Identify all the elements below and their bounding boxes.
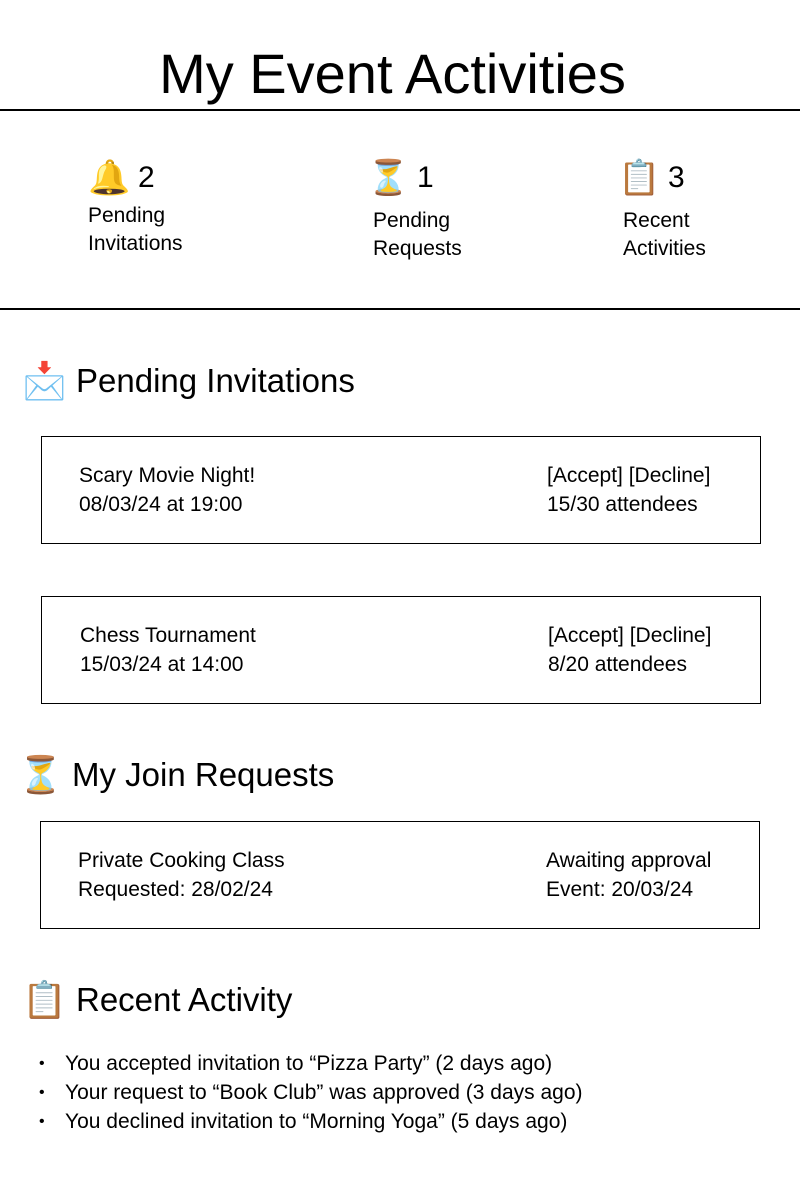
hourglass-icon: ⏳ [18,754,63,795]
section-recent-activity-heading: 📋 Recent Activity [22,978,292,1022]
event-date: Event: 20/03/24 [546,878,694,901]
activity-text: You accepted invitation to “Pizza Party”… [65,1052,553,1075]
recent-activity-list: • You accepted invitation to “Pizza Part… [39,1049,583,1136]
page-title: My Event Activities [159,42,626,105]
accept-button[interactable]: [Accept] [548,624,624,647]
stat-label: Recent Activities [623,209,706,260]
stat-pending-requests: ⏳ 1 Pending Requests [367,156,513,263]
section-pending-invitations-heading: 📩 Pending Invitations [22,359,355,403]
decline-button[interactable]: [Decline] [630,624,712,647]
stat-label: Pending Requests [373,209,462,260]
attendee-count: 8/20 attendees [548,653,687,676]
activity-text: You declined invitation to “Morning Yoga… [65,1110,568,1133]
event-datetime: 08/03/24 at 19:00 [79,493,243,516]
event-datetime: 15/03/24 at 14:00 [80,653,244,676]
bullet: • [39,1084,45,1101]
section-title: Pending Invitations [76,362,355,399]
list-item: • Your request to “Book Club” was approv… [39,1078,583,1107]
header-divider [0,109,800,111]
invitation-actions: [Accept] [Decline] 8/20 attendees [548,621,711,679]
event-name: Chess Tournament [80,624,256,647]
stats-divider [0,308,800,310]
attendee-count: 15/30 attendees [547,493,698,516]
stat-count: 3 [668,161,685,194]
request-details: Private Cooking Class Requested: 28/02/2… [78,846,285,904]
hourglass-icon: ⏳ [367,159,410,197]
request-status: Awaiting approval Event: 20/03/24 [546,846,711,904]
accept-button[interactable]: [Accept] [547,464,623,487]
invitation-details: Scary Movie Night! 08/03/24 at 19:00 [79,461,255,519]
bullet: • [39,1113,45,1130]
section-title: Recent Activity [76,981,293,1018]
list-item: • You accepted invitation to “Pizza Part… [39,1049,583,1078]
requested-date: Requested: 28/02/24 [78,878,273,901]
bell-icon: 🔔 [88,159,131,197]
status-text: Awaiting approval [546,849,712,872]
stat-count: 1 [417,161,434,194]
stat-recent-activities: 📋 3 Recent Activities [618,156,763,263]
stat-pending-invitations: 🔔 2 Pending Invitations [88,156,228,258]
list-item: • You declined invitation to “Morning Yo… [39,1107,583,1136]
event-name: Private Cooking Class [78,849,285,872]
stat-count: 2 [138,161,155,194]
section-join-requests-heading: ⏳ My Join Requests [18,753,334,797]
clipboard-icon: 📋 [618,159,661,197]
decline-button[interactable]: [Decline] [629,464,711,487]
stat-label: Pending Invitations [88,204,183,255]
section-title: My Join Requests [72,756,335,793]
invitation-card: Scary Movie Night! 08/03/24 at 19:00 [Ac… [41,436,761,544]
invitation-details: Chess Tournament 15/03/24 at 14:00 [80,621,256,679]
bullet: • [39,1055,45,1072]
incoming-envelope-icon: 📩 [22,360,67,401]
event-name: Scary Movie Night! [79,464,256,487]
activity-text: Your request to “Book Club” was approved… [65,1081,583,1104]
invitation-card: Chess Tournament 15/03/24 at 14:00 [Acce… [41,596,761,704]
clipboard-icon: 📋 [22,979,67,1020]
invitation-actions: [Accept] [Decline] 15/30 attendees [547,461,710,519]
join-request-card: Private Cooking Class Requested: 28/02/2… [40,821,760,929]
